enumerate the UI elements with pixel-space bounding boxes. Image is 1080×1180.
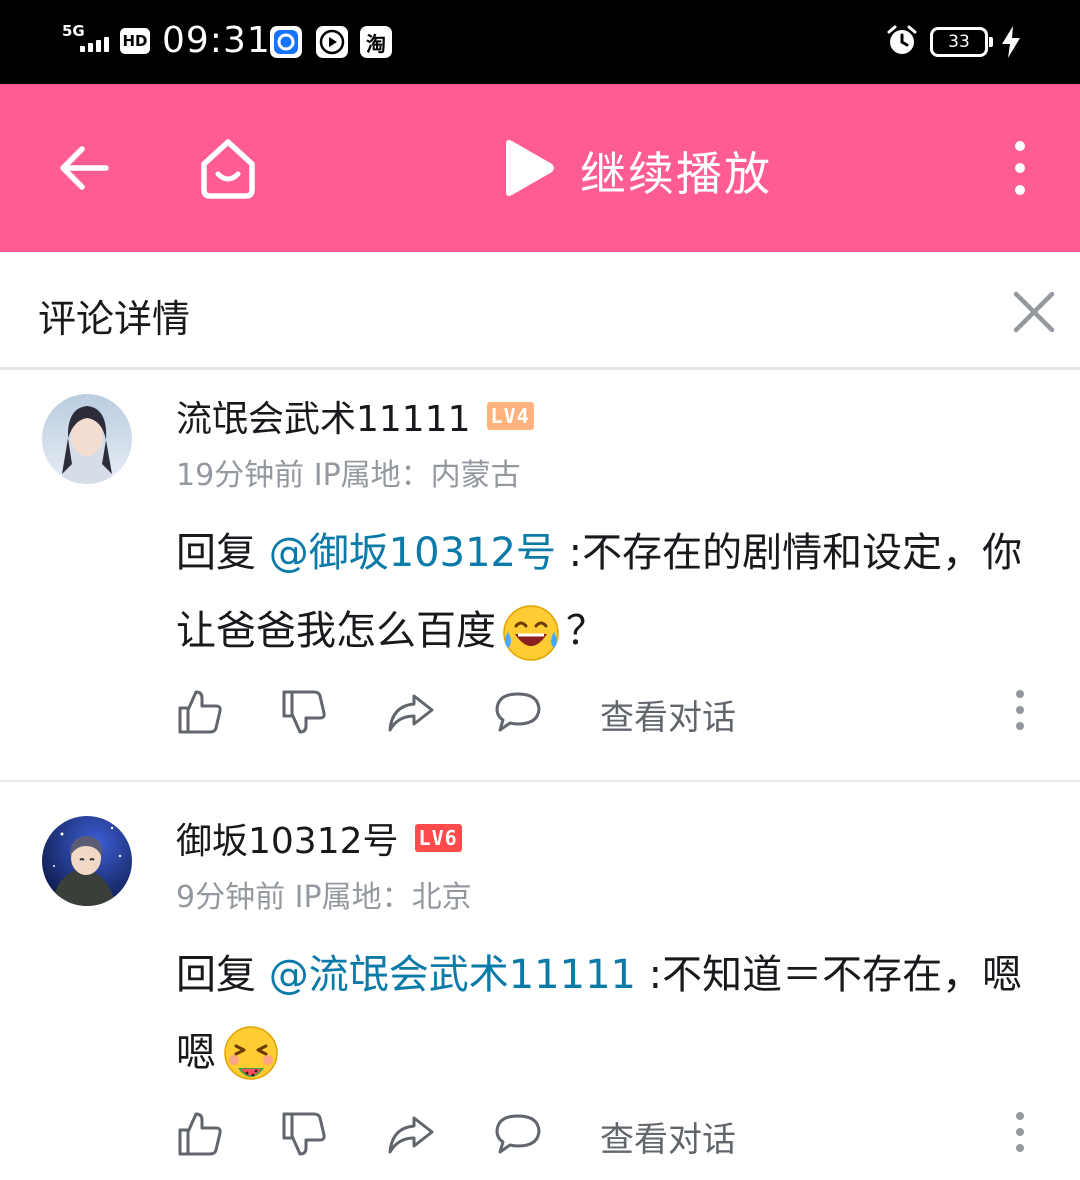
panel-title: 评论详情	[38, 297, 191, 341]
comment-text: 回复 @御坂10312号 :不存在的剧情和设定，你让爸爸我怎么百度 ？	[176, 514, 1036, 670]
view-dialog-button[interactable]: 查看对话	[600, 690, 736, 739]
network-type: 5G	[62, 22, 85, 40]
avatar[interactable]	[42, 394, 132, 484]
status-bar: 5G HD 09:31 淘 33	[0, 0, 1080, 84]
app-icon	[270, 26, 302, 58]
comment-meta: 19分钟前 IP属地：内蒙古	[176, 450, 521, 494]
dislike-icon[interactable]	[280, 688, 328, 736]
eating-watermelon-emoji	[224, 1026, 278, 1080]
share-icon[interactable]	[386, 1110, 434, 1158]
ip-location: IP属地：北京	[294, 880, 472, 915]
username-row: 流氓会武术11111 LV4	[176, 390, 534, 442]
mention-link[interactable]: @流氓会武术11111	[269, 952, 636, 998]
like-icon[interactable]	[176, 688, 224, 736]
username[interactable]: 御坂10312号	[176, 812, 399, 864]
share-icon[interactable]	[386, 688, 434, 736]
mention-link[interactable]: @御坂10312号	[269, 530, 556, 576]
reply-prefix: 回复	[176, 952, 269, 998]
comment-icon[interactable]	[494, 1110, 542, 1158]
video-app-icon	[316, 26, 348, 58]
hd-icon: HD	[120, 28, 150, 54]
more-vertical-icon[interactable]	[1000, 136, 1040, 200]
clock: 09:31	[162, 20, 271, 61]
more-vertical-icon[interactable]	[1012, 1110, 1028, 1154]
comment-item: 流氓会武术11111 LV4 19分钟前 IP属地：内蒙古 回复 @御坂1031…	[0, 372, 1080, 782]
comment-item: 御坂10312号 LV6 9分钟前 IP属地：北京 回复 @流氓会武术11111…	[0, 794, 1080, 1180]
alarm-icon	[887, 25, 917, 54]
comment-time: 9分钟前	[176, 880, 286, 915]
continue-play-button[interactable]: 继续播放	[580, 138, 772, 204]
comment-content-end: ？	[566, 608, 606, 654]
comment-time: 19分钟前	[176, 458, 305, 493]
comment-icon[interactable]	[494, 688, 542, 736]
avatar[interactable]	[42, 816, 132, 906]
comment-divider	[0, 780, 1080, 782]
taobao-icon: 淘	[360, 26, 392, 58]
charging-icon	[1002, 26, 1020, 58]
battery-icon: 33	[930, 27, 993, 57]
level-badge: LV4	[486, 402, 534, 430]
laughing-crying-emoji	[503, 605, 559, 661]
ip-location: IP属地：内蒙古	[313, 458, 521, 493]
comment-text: 回复 @流氓会武术11111 :不知道＝不存在，嗯嗯	[176, 936, 1036, 1092]
comment-actions: 查看对话	[176, 688, 1056, 744]
comment-detail-header: 评论详情	[0, 252, 1080, 370]
username[interactable]: 流氓会武术11111	[176, 390, 471, 442]
view-dialog-button[interactable]: 查看对话	[600, 1112, 736, 1161]
comment-meta: 9分钟前 IP属地：北京	[176, 872, 472, 916]
like-icon[interactable]	[176, 1110, 224, 1158]
username-row: 御坂10312号 LV6	[176, 812, 462, 864]
signal-icon: 5G	[62, 22, 110, 60]
reply-prefix: 回复	[176, 530, 269, 576]
dislike-icon[interactable]	[280, 1110, 328, 1158]
home-icon[interactable]	[194, 134, 262, 202]
back-arrow-icon[interactable]	[54, 138, 114, 198]
more-vertical-icon[interactable]	[1012, 688, 1028, 732]
level-badge: LV6	[414, 824, 462, 852]
comment-actions: 查看对话	[176, 1110, 1056, 1166]
video-header-bar: 继续播放	[0, 84, 1080, 252]
play-icon[interactable]	[500, 138, 556, 198]
close-icon[interactable]	[1010, 288, 1058, 336]
